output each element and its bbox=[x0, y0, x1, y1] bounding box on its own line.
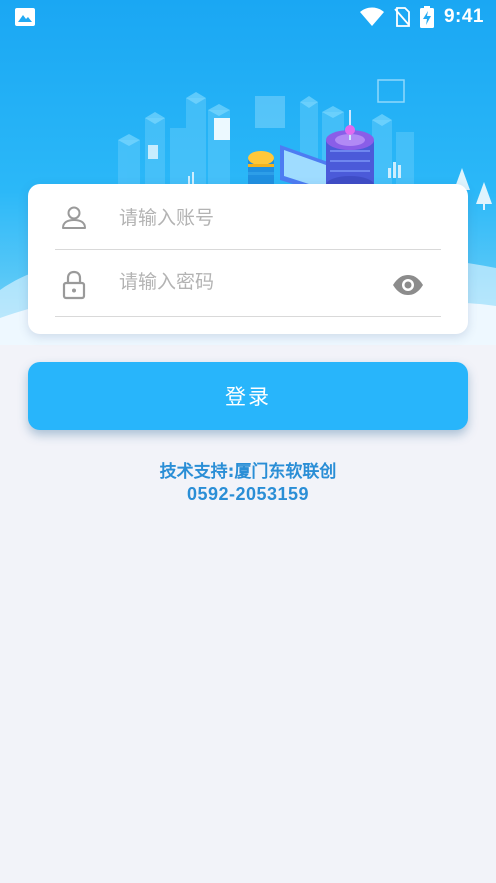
no-sim-icon bbox=[394, 7, 410, 27]
account-row bbox=[55, 184, 441, 250]
login-card bbox=[28, 184, 468, 334]
support-label: 技术支持:厦门东软联创 bbox=[159, 462, 337, 482]
lock-icon bbox=[62, 270, 86, 300]
wifi-icon bbox=[359, 7, 384, 26]
status-bar: 9:41 bbox=[0, 0, 496, 34]
support-info: 技术支持:厦门东软联创 0592-2053159 bbox=[0, 461, 496, 505]
image-icon bbox=[15, 8, 35, 26]
support-phone: 0592-2053159 bbox=[186, 484, 310, 504]
user-icon bbox=[62, 206, 86, 229]
account-input[interactable] bbox=[119, 198, 389, 238]
password-input[interactable] bbox=[119, 262, 389, 302]
battery-charging-icon bbox=[419, 6, 434, 28]
status-icons: 9:41 bbox=[359, 6, 484, 28]
status-time: 9:41 bbox=[443, 6, 484, 27]
eye-icon[interactable] bbox=[391, 268, 425, 302]
password-row bbox=[55, 251, 441, 317]
login-button[interactable]: 登录 bbox=[28, 362, 468, 430]
